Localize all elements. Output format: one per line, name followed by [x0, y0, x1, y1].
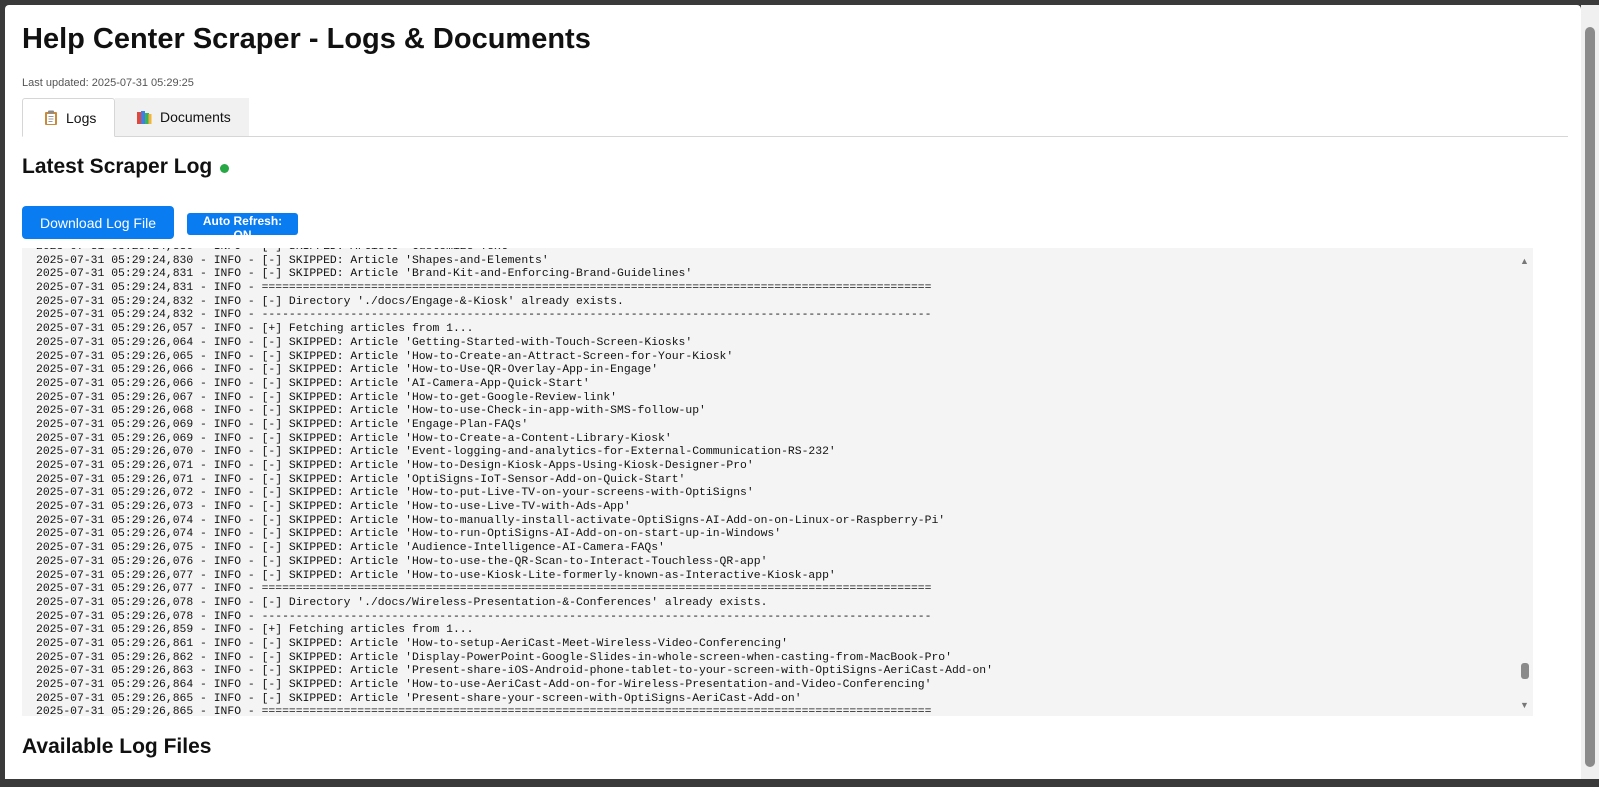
log-line: 2025-07-31 05:29:26,072 - INFO - [-] SKI… — [36, 487, 754, 500]
books-icon — [136, 109, 152, 125]
auto-refresh-toggle[interactable]: Auto Refresh: ON — [187, 213, 298, 242]
tab-documents-label: Documents — [160, 109, 231, 125]
log-line: 2025-07-31 05:29:26,863 - INFO - [-] SKI… — [36, 665, 993, 678]
log-line: 2025-07-31 05:29:24,830 - INFO - [-] SKI… — [36, 248, 993, 255]
tab-documents[interactable]: Documents — [115, 98, 249, 136]
log-line: 2025-07-31 05:29:24,831 - INFO - [-] SKI… — [36, 268, 693, 281]
log-line: 2025-07-31 05:29:26,071 - INFO - [-] SKI… — [36, 473, 686, 486]
log-line: 2025-07-31 05:29:26,073 - INFO - [-] SKI… — [36, 501, 631, 514]
log-line: 2025-07-31 05:29:26,057 - INFO - [+] Fet… — [36, 323, 474, 336]
log-line: 2025-07-31 05:29:26,859 - INFO - [+] Fet… — [36, 624, 474, 637]
log-lines: 2025-07-31 05:29:24,830 - INFO - [-] SKI… — [36, 248, 993, 716]
page-title: Help Center Scraper - Logs & Documents — [22, 23, 591, 55]
scroll-down-icon[interactable]: ▼ — [1520, 700, 1529, 710]
log-line: 2025-07-31 05:29:26,068 - INFO - [-] SKI… — [36, 405, 706, 418]
scroll-up-icon[interactable]: ▲ — [1520, 256, 1529, 266]
log-line: 2025-07-31 05:29:26,066 - INFO - [-] SKI… — [36, 364, 659, 377]
log-line: 2025-07-31 05:29:26,078 - INFO - [-] Dir… — [36, 596, 768, 609]
log-line: 2025-07-31 05:29:26,861 - INFO - [-] SKI… — [36, 637, 788, 650]
tab-logs[interactable]: Logs — [22, 98, 115, 137]
tab-bar: Logs Documents — [22, 98, 1568, 137]
log-scrollbar[interactable]: ▲ ▼ — [1518, 248, 1533, 716]
log-line: 2025-07-31 05:29:26,065 - INFO - [-] SKI… — [36, 350, 734, 363]
log-line: 2025-07-31 05:29:26,067 - INFO - [-] SKI… — [36, 391, 618, 404]
log-line: 2025-07-31 05:29:24,832 - INFO - -------… — [36, 309, 932, 322]
browser-page: Help Center Scraper - Logs & Documents L… — [5, 5, 1581, 779]
last-updated-text: Last updated: 2025-07-31 05:29:25 — [22, 77, 194, 89]
log-line: 2025-07-31 05:29:26,069 - INFO - [-] SKI… — [36, 432, 672, 445]
log-line: 2025-07-31 05:29:26,070 - INFO - [-] SKI… — [36, 446, 836, 459]
log-line: 2025-07-31 05:29:26,071 - INFO - [-] SKI… — [36, 460, 754, 472]
log-line: 2025-07-31 05:29:26,078 - INFO - -------… — [36, 610, 932, 623]
log-line: 2025-07-31 05:29:26,076 - INFO - [-] SKI… — [36, 555, 768, 568]
log-line: 2025-07-31 05:29:26,862 - INFO - [-] SKI… — [36, 651, 952, 664]
log-line: 2025-07-31 05:29:26,066 - INFO - [-] SKI… — [36, 377, 590, 390]
log-line: 2025-07-31 05:29:26,077 - INFO - [-] SKI… — [36, 569, 836, 582]
available-log-files-heading: Available Log Files — [22, 735, 212, 758]
log-line: 2025-07-31 05:29:26,864 - INFO - [-] SKI… — [36, 679, 932, 691]
page-scrollbar[interactable] — [1581, 5, 1599, 779]
download-log-button[interactable]: Download Log File — [22, 206, 174, 239]
log-line: 2025-07-31 05:29:26,074 - INFO - [-] SKI… — [36, 514, 946, 527]
latest-log-heading: Latest Scraper Log — [22, 155, 230, 179]
log-line: 2025-07-31 05:29:26,074 - INFO - [-] SKI… — [36, 528, 782, 541]
latest-log-title: Latest Scraper Log — [22, 155, 213, 178]
log-output[interactable]: 2025-07-31 05:29:24,830 - INFO - [-] SKI… — [22, 248, 1533, 716]
log-line: 2025-07-31 05:29:26,865 - INFO - [-] SKI… — [36, 692, 802, 705]
status-indicator — [220, 164, 230, 173]
page-scroll-thumb[interactable] — [1585, 27, 1595, 767]
log-scroll-thumb[interactable] — [1521, 663, 1529, 679]
clipboard-icon — [44, 110, 58, 126]
log-line: 2025-07-31 05:29:26,064 - INFO - [-] SKI… — [36, 336, 693, 349]
log-line: 2025-07-31 05:29:26,865 - INFO - =======… — [36, 706, 932, 716]
tab-logs-label: Logs — [66, 109, 97, 126]
log-line: 2025-07-31 05:29:26,069 - INFO - [-] SKI… — [36, 418, 529, 431]
log-line: 2025-07-31 05:29:26,075 - INFO - [-] SKI… — [36, 542, 665, 555]
log-line: 2025-07-31 05:29:24,832 - INFO - [-] Dir… — [36, 295, 624, 308]
log-line: 2025-07-31 05:29:24,831 - INFO - =======… — [36, 282, 932, 295]
log-line: 2025-07-31 05:29:26,077 - INFO - =======… — [36, 583, 932, 596]
log-line: 2025-07-31 05:29:24,830 - INFO - [-] SKI… — [36, 254, 549, 267]
